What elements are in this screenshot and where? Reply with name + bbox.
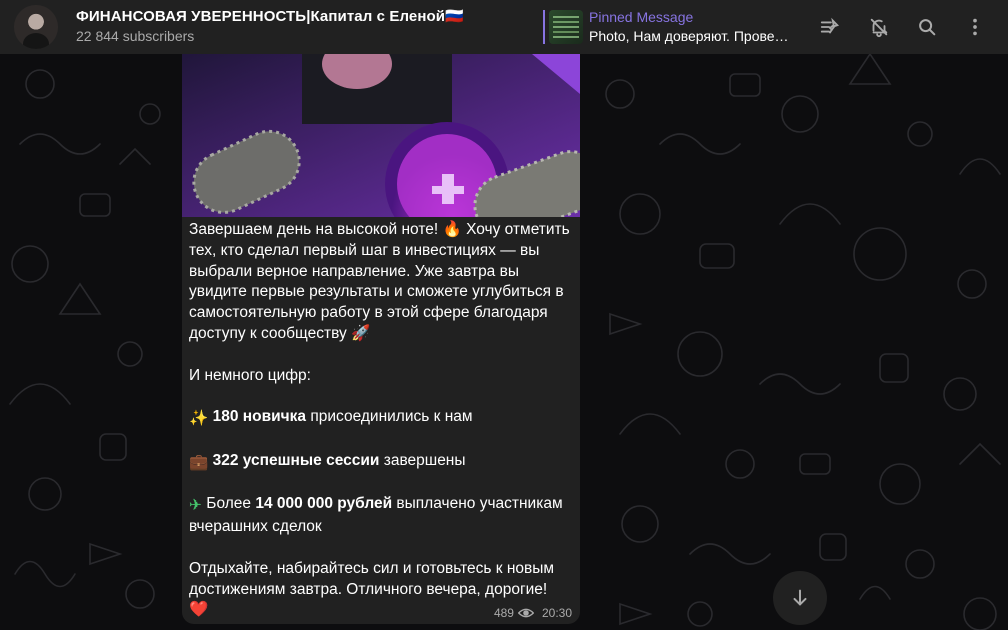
pinned-label: Pinned Message [589, 9, 694, 25]
more-vertical-icon [973, 18, 977, 36]
message-paragraph: Завершаем день на высокой ноте! 🔥 Хочу о… [189, 221, 570, 342]
view-count: 489 [493, 606, 514, 620]
mute-button[interactable] [863, 11, 895, 43]
stat-line-newcomers: ✨ 180 новичка присоединились к нам [189, 407, 573, 430]
arrow-down-icon [793, 589, 807, 606]
eye-icon [517, 608, 534, 618]
briefcase-icon: 💼 [189, 453, 209, 471]
message-photo[interactable] [182, 54, 580, 217]
paper-plane-icon: ✈ [189, 497, 202, 515]
stat-line-sessions: 💼 322 успешные сессии завершены [189, 451, 573, 474]
stat-text: завершены [379, 451, 466, 469]
message-time: 20:30 [541, 606, 572, 620]
search-icon [919, 19, 936, 36]
more-options-button[interactable] [959, 11, 991, 43]
channel-title[interactable]: ФИНАНСОВАЯ УВЕРЕННОСТЬ|Капитал с Еленой🇷… [76, 7, 464, 25]
stat-line-payouts: ✈ Более 14 000 000 рублей выплачено учас… [189, 494, 573, 538]
pinned-preview-text: Photo, Нам доверяют. Прове… [589, 28, 789, 44]
stat-text: Более [202, 495, 256, 513]
message-closing: Отдыхайте, набирайтесь сил и готовьтесь … [189, 559, 555, 598]
message-paragraph: И немного цифр: [189, 366, 311, 384]
pinned-accent-bar [543, 10, 545, 44]
bell-off-icon [870, 18, 888, 38]
sparkles-icon: ✨ [189, 410, 209, 428]
message-bubble[interactable]: Завершаем день на высокой ноте! 🔥 Хочу о… [182, 54, 580, 624]
stat-bold: 180 новичка [212, 408, 307, 426]
message-text: Завершаем день на высокой ноте! 🔥 Хочу о… [189, 220, 573, 621]
chat-header: ФИНАНСОВАЯ УВЕРЕННОСТЬ|Капитал с Еленой🇷… [0, 0, 1008, 54]
stat-text: присоединились к нам [306, 408, 473, 426]
channel-avatar[interactable] [14, 5, 58, 49]
pinned-thumbnail [549, 10, 583, 44]
scroll-to-bottom-button[interactable] [773, 571, 827, 625]
pinned-list-button[interactable] [814, 11, 846, 43]
message-meta: 489 20:30 [494, 606, 572, 620]
stat-bold: 322 успешные сессии [212, 451, 380, 469]
search-button[interactable] [911, 11, 943, 43]
pinned-list-icon [820, 17, 840, 34]
subscriber-count: 22 844 subscribers [76, 28, 195, 44]
chat-area[interactable]: Завершаем день на высокой ноте! 🔥 Хочу о… [0, 54, 1008, 630]
pinned-message-bar[interactable]: Pinned Message Photo, Нам доверяют. Пров… [543, 8, 793, 46]
stat-bold: 14 000 000 рублей [255, 495, 393, 513]
